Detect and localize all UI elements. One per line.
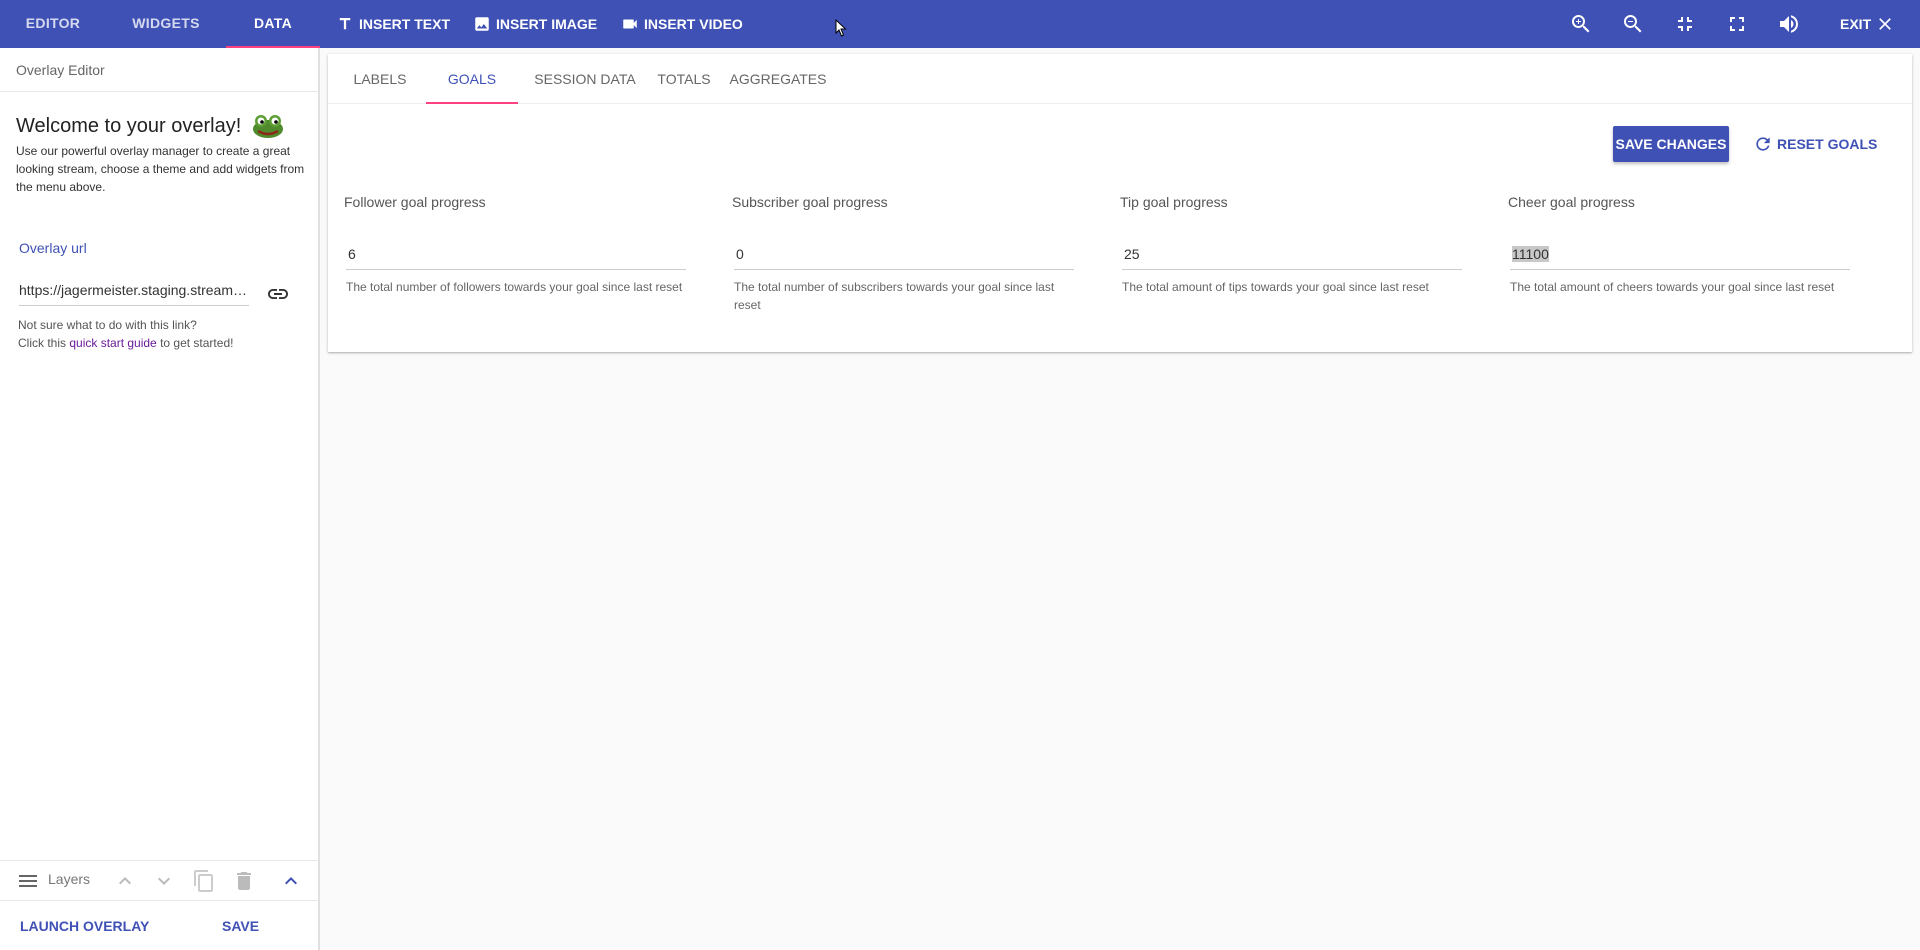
insert-image-button[interactable]: INSERT IMAGE	[473, 0, 597, 48]
tab-editor[interactable]: EDITOR	[0, 0, 106, 48]
cheer-goal-hint: The total amount of cheers towards your …	[1510, 280, 1835, 294]
sidebar-footer: LAUNCH OVERLAY SAVE	[0, 900, 318, 950]
follower-goal-hint: The total number of followers towards yo…	[346, 280, 683, 294]
image-icon	[475, 17, 489, 31]
video-icon	[623, 19, 637, 29]
frog-emote-icon	[253, 115, 284, 138]
insert-video-button[interactable]: INSERT VIDEO	[621, 0, 743, 48]
reset-goals-label: RESET GOALS	[1777, 136, 1878, 152]
help-text: Not sure what to do with this link? Clic…	[18, 316, 233, 352]
insert-video-label: INSERT VIDEO	[644, 16, 743, 32]
exit-label: EXIT	[1840, 16, 1872, 32]
follower-goal-input[interactable]: 6	[346, 246, 686, 270]
welcome-description: Use our powerful overlay manager to crea…	[16, 144, 305, 194]
launch-overlay-button[interactable]: LAUNCH OVERLAY	[20, 901, 149, 950]
copy-link-icon[interactable]	[266, 282, 290, 306]
duplicate-icon[interactable]	[192, 869, 216, 893]
insert-image-label: INSERT IMAGE	[496, 16, 598, 32]
close-icon	[1879, 18, 1891, 30]
tab-session-data[interactable]: SESSION DATA	[530, 54, 640, 104]
cheer-goal-label: Cheer goal progress	[1508, 194, 1635, 210]
cheer-goal-input[interactable]: 11100	[1510, 246, 1850, 270]
data-panel: LABELS GOALS SESSION DATA TOTALS AGGREGA…	[328, 54, 1912, 352]
sidebar: Overlay Editor Welcome to your overlay! …	[0, 48, 320, 950]
tab-totals[interactable]: TOTALS	[652, 54, 716, 104]
collapse-icon[interactable]	[279, 869, 303, 893]
data-subtabs: LABELS GOALS SESSION DATA TOTALS AGGREGA…	[328, 54, 1912, 104]
layers-bar: Layers	[0, 860, 318, 900]
zoom-in-icon[interactable]	[1569, 12, 1593, 36]
mouse-cursor-icon	[835, 19, 847, 37]
follower-goal-label: Follower goal progress	[344, 194, 486, 210]
tip-goal-label: Tip goal progress	[1120, 194, 1228, 210]
delete-icon[interactable]	[232, 869, 256, 893]
fullscreen-exit-icon[interactable]	[1673, 12, 1697, 36]
insert-text-button[interactable]: INSERT TEXT	[336, 0, 450, 48]
overlay-url-field[interactable]: https://jagermeister.staging.streameleme…	[19, 282, 249, 306]
insert-text-label: INSERT TEXT	[359, 16, 451, 32]
tip-goal-input[interactable]: 25	[1122, 246, 1462, 270]
overlay-url-label: Overlay url	[19, 240, 87, 256]
cheer-goal: Cheer goal progress 11100 The total amou…	[1508, 194, 1853, 294]
refresh-icon	[1756, 137, 1770, 151]
subscriber-goal-label: Subscriber goal progress	[732, 194, 888, 210]
tab-goals[interactable]: GOALS	[426, 54, 518, 104]
tab-aggregates[interactable]: AGGREGATES	[728, 54, 828, 104]
help-pre: Click this	[18, 336, 70, 350]
help-line-2: Click this quick start guide to get star…	[18, 334, 233, 352]
sidebar-header: Overlay Editor	[0, 48, 318, 92]
move-up-icon[interactable]	[113, 869, 137, 893]
save-button[interactable]: SAVE	[222, 901, 259, 950]
subscriber-goal-hint: The total number of subscribers towards …	[734, 280, 1055, 312]
help-post: to get started!	[156, 336, 234, 350]
tab-widgets[interactable]: WIDGETS	[120, 0, 212, 48]
layers-menu-icon[interactable]	[16, 869, 40, 893]
subscriber-goal: Subscriber goal progress 0 The total num…	[732, 194, 1077, 312]
text-icon	[339, 18, 351, 30]
tab-labels[interactable]: LABELS	[344, 54, 416, 104]
move-down-icon[interactable]	[152, 869, 176, 893]
reset-goals-button[interactable]: RESET GOALS	[1753, 126, 1877, 162]
tip-goal-hint: The total amount of tips towards your go…	[1122, 280, 1429, 294]
follower-goal: Follower goal progress 6 The total numbe…	[344, 194, 689, 294]
welcome-heading: Welcome to your overlay!	[16, 113, 285, 139]
save-changes-button[interactable]: SAVE CHANGES	[1613, 126, 1729, 162]
top-toolbar: EDITOR WIDGETS DATA INSERT TEXT INSERT I…	[0, 0, 1920, 48]
tip-goal: Tip goal progress 25 The total amount of…	[1120, 194, 1465, 294]
quick-start-guide-link[interactable]: quick start guide	[69, 336, 156, 350]
zoom-out-icon[interactable]	[1621, 12, 1645, 36]
help-line-1: Not sure what to do with this link?	[18, 318, 197, 332]
fullscreen-icon[interactable]	[1725, 12, 1749, 36]
subscriber-goal-input[interactable]: 0	[734, 246, 1074, 270]
volume-icon[interactable]	[1777, 12, 1801, 36]
tab-data[interactable]: DATA	[226, 0, 320, 48]
exit-button[interactable]: EXIT	[1840, 0, 1895, 48]
welcome-title: Welcome to your overlay!	[16, 114, 242, 137]
layers-label: Layers	[48, 871, 91, 887]
cheer-goal-value: 11100	[1512, 246, 1549, 262]
